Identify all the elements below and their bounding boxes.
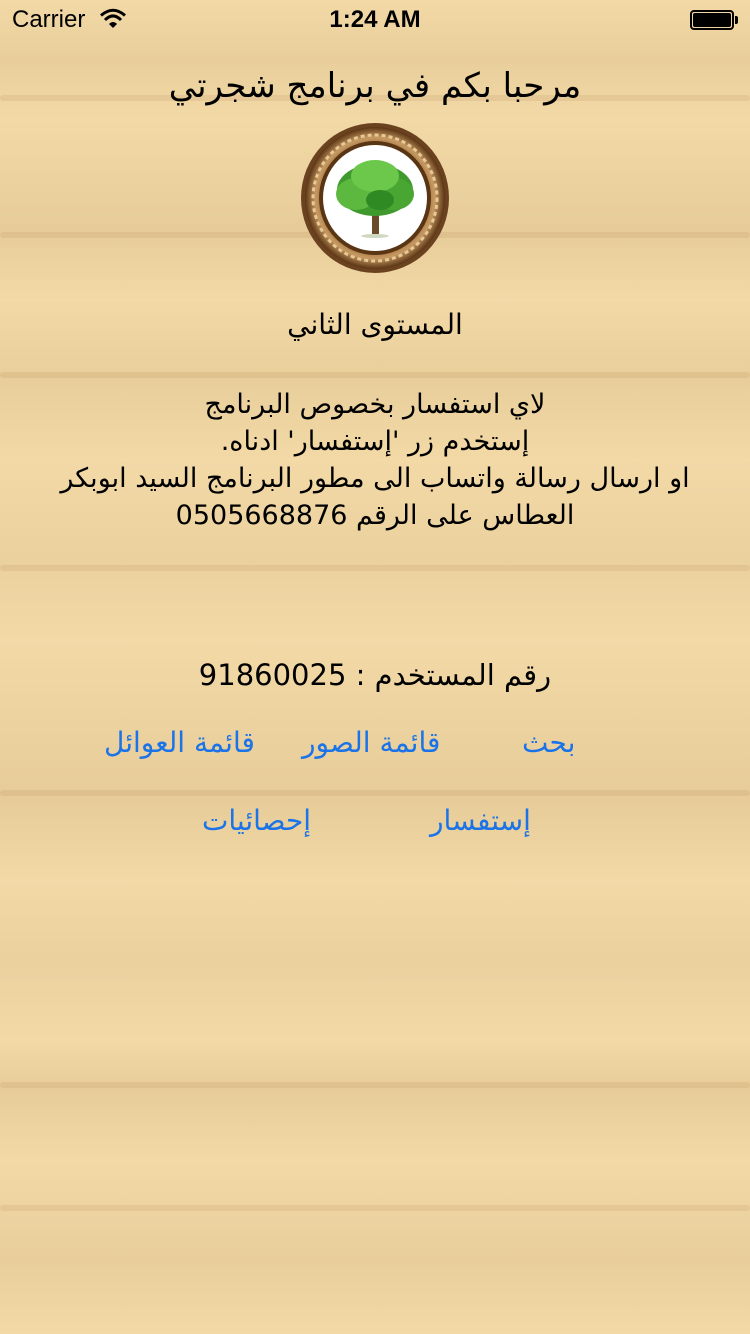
statistics-button[interactable]: إحصائيات: [202, 804, 311, 837]
families-list-button[interactable]: قائمة العوائل: [104, 726, 255, 759]
user-number-value: 91860025: [198, 658, 347, 692]
inquiry-button[interactable]: إستفسار: [430, 804, 531, 837]
level-label: المستوى الثاني: [287, 308, 463, 341]
user-number-row: رقم المستخدم : 91860025: [0, 658, 750, 692]
wood-grain: [0, 790, 750, 796]
page-title: مرحبا بكم في برنامج شجرتي: [168, 66, 582, 106]
info-line: العطاس على الرقم 0505668876: [175, 500, 575, 531]
photos-list-button[interactable]: قائمة الصور: [302, 726, 440, 759]
user-number-label: رقم المستخدم :: [355, 658, 552, 692]
wood-grain: [0, 1082, 750, 1088]
status-time: 1:24 AM: [329, 6, 421, 33]
status-bar: Carrier 1:24 AM: [0, 0, 750, 40]
search-button[interactable]: بحث: [522, 726, 575, 759]
info-text: لاي استفسار بخصوص البرنامج إستخدم زر 'إس…: [40, 386, 710, 534]
battery-icon: [690, 10, 738, 30]
wood-grain: [0, 565, 750, 571]
info-line: إستخدم زر 'إستفسار' ادناه.: [220, 426, 530, 457]
wood-grain: [0, 372, 750, 378]
tree-icon: [301, 123, 449, 273]
info-line: لاي استفسار بخصوص البرنامج: [204, 389, 546, 420]
wood-grain: [0, 1205, 750, 1211]
info-line: او ارسال رسالة واتساب الى مطور البرنامج …: [60, 463, 690, 494]
